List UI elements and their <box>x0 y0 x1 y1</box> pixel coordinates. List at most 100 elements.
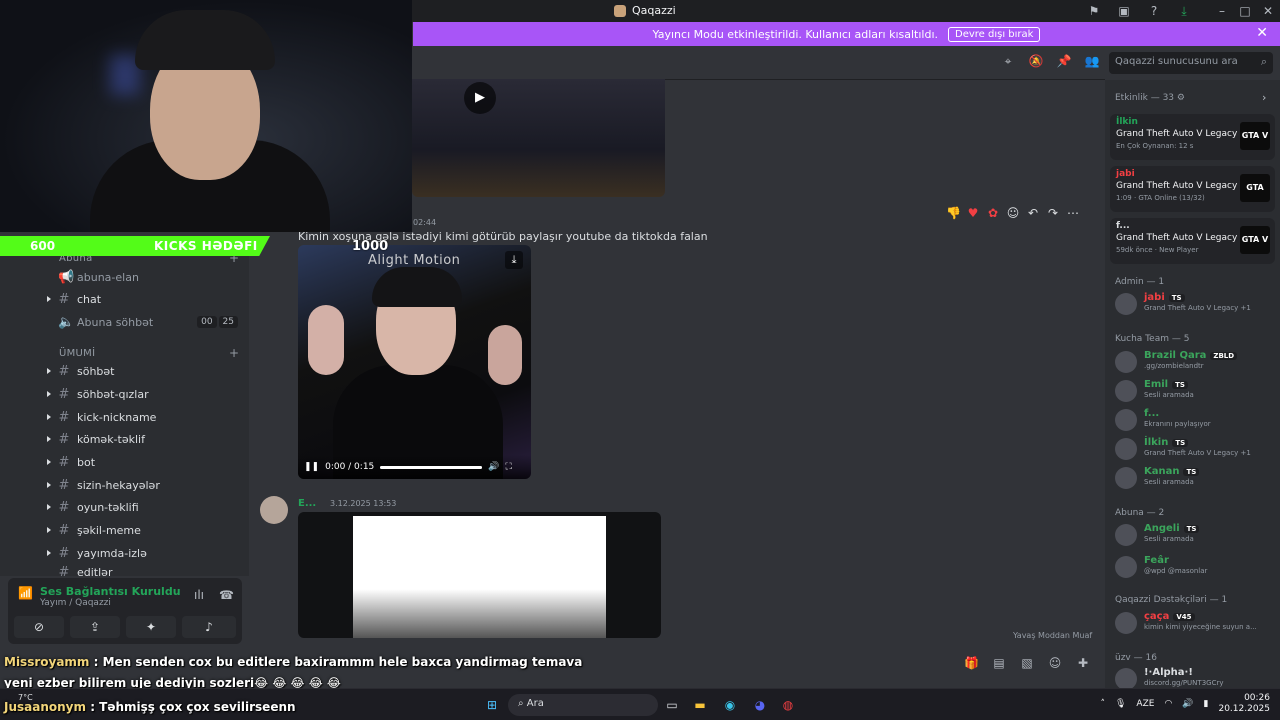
reply-icon[interactable]: ↶ <box>1026 206 1040 220</box>
message-author[interactable]: E... <box>298 498 316 509</box>
camera-off-icon[interactable]: ⊘ <box>14 616 64 638</box>
heart-emoji-icon[interactable]: ♥ <box>966 206 980 220</box>
activity-card[interactable]: İlkin Grand Theft Auto V Legacy En Çok O… <box>1110 114 1275 160</box>
emoji-reaction-icon[interactable]: ✿ <box>986 206 1000 220</box>
gif-icon[interactable]: ▤ <box>992 656 1006 670</box>
add-channel-icon[interactable]: + <box>229 346 239 360</box>
inbox-flag-icon[interactable]: ⚑ <box>1086 3 1102 19</box>
channel-sizin-hekayeler[interactable]: # sizin-hekayələr <box>58 475 238 495</box>
close-banner-icon[interactable]: ✕ <box>1256 25 1268 41</box>
voice-channel-name[interactable]: Yayım / Qaqazzi <box>40 598 111 608</box>
language-indicator[interactable]: AZE <box>1136 699 1154 709</box>
slowmode-exempt-label: Yavaş Moddan Muaf <box>1013 631 1093 640</box>
discord-icon[interactable]: ◕ <box>750 695 770 715</box>
member-item[interactable]: çaça V45 kimin kimi yiyeceğine suyun a... <box>1113 610 1273 636</box>
channel-sohbet[interactable]: # söhbət <box>58 361 238 381</box>
maximize-icon[interactable]: □ <box>1237 3 1253 19</box>
forward-icon[interactable]: ↷ <box>1046 206 1060 220</box>
channel-chat[interactable]: # chat <box>58 289 238 309</box>
kicks-label: KICKS HƏDƏFI <box>154 239 258 253</box>
clock[interactable]: 00:26 20.12.2025 <box>1218 693 1270 715</box>
chevron-up-icon[interactable]: ˄ <box>1100 699 1105 709</box>
channel-sohbet-qizlar[interactable]: # söhbət-qızlar <box>58 384 238 404</box>
member-item[interactable]: jabi TS Grand Theft Auto V Legacy +1 <box>1113 291 1273 317</box>
member-item[interactable]: Angeli TS Sesli aramada <box>1113 522 1273 548</box>
close-window-icon[interactable]: ✕ <box>1260 3 1276 19</box>
volume-icon[interactable]: 🔊 <box>488 462 499 472</box>
channel-sekil-meme[interactable]: # şəkil-meme <box>58 520 238 540</box>
download-icon[interactable]: ⤓ <box>505 251 523 269</box>
channel-abuna-sohbet[interactable]: 🔈 Abuna söhbət 00 25 <box>58 312 238 332</box>
task-view-icon[interactable]: ▭ <box>662 695 682 715</box>
video-progress-bar[interactable] <box>380 465 483 469</box>
member-item[interactable]: Emil TS Sesli aramada <box>1113 378 1273 404</box>
disable-streamer-mode-button[interactable]: Devre dışı bırak <box>948 26 1041 42</box>
add-reaction-icon[interactable]: ☺ <box>1006 206 1020 220</box>
channel-kick-nickname[interactable]: # kick-nickname <box>58 407 238 427</box>
play-icon[interactable]: ▶ <box>464 82 496 114</box>
download-icon[interactable]: ⤓ <box>1176 3 1192 19</box>
channel-yayimda-izle[interactable]: # yayımda-izlə <box>58 543 238 563</box>
minimize-icon[interactable]: – <box>1214 3 1230 19</box>
pin-icon[interactable]: 📌 <box>1056 54 1072 69</box>
channel-komek-teklif[interactable]: # kömək-təklif <box>58 429 238 449</box>
banner-message: Yayıncı Modu etkinleştirildi. Kullanıcı … <box>652 27 938 41</box>
activity-header[interactable]: Etkinlik — 33 ⚙ <box>1115 93 1185 103</box>
hash-icon: # <box>58 431 70 447</box>
hash-icon: # <box>58 565 70 579</box>
channel-editler[interactable]: # editlər <box>58 565 238 579</box>
apps-icon[interactable]: ✚ <box>1076 656 1090 670</box>
fullscreen-icon[interactable]: ⛶ <box>506 462 512 472</box>
activity-card[interactable]: f... Grand Theft Auto V Legacy 59dk önce… <box>1110 218 1275 264</box>
edge-icon[interactable]: ◉ <box>720 695 740 715</box>
threads-icon[interactable]: ⌖ <box>1000 54 1016 69</box>
noise-suppression-icon[interactable]: ılı <box>194 588 204 602</box>
voice-status[interactable]: Ses Bağlantısı Kuruldu <box>40 585 181 598</box>
battery-icon[interactable]: ▮ <box>1204 699 1209 709</box>
help-icon[interactable]: ? <box>1146 3 1162 19</box>
server-search-input[interactable]: Qaqazzi sunucusunu ara ⌕ <box>1109 52 1273 74</box>
member-item[interactable]: Feâr @wpd @masonlar <box>1113 554 1273 580</box>
hash-icon: # <box>58 477 70 493</box>
member-item[interactable]: !·Alpha·! discord.gg/PUNT3GCry <box>1113 666 1273 688</box>
category-umumi[interactable]: ÜMUMİ + <box>59 346 239 360</box>
member-item[interactable]: Brazil Qara ZBLD .gg/zombielandtr <box>1113 349 1273 375</box>
member-item[interactable]: Kanan TS Sesli aramada <box>1113 465 1273 491</box>
game-icon: GTA V <box>1240 122 1270 150</box>
member-item[interactable]: f... Ekranını paylaşıyor <box>1113 407 1273 433</box>
screen-share-icon[interactable]: ⇪ <box>70 616 120 638</box>
activities-icon[interactable]: ✦ <box>126 616 176 638</box>
gear-icon[interactable]: ⚙ <box>1177 93 1185 103</box>
mic-icon[interactable]: 🎙 <box>1115 699 1126 709</box>
video-player[interactable]: Alight Motion ⤓ ❚❚ 0:00 / 0:15 🔊 ⛶ <box>298 245 531 479</box>
hash-icon: # <box>58 291 70 307</box>
volume-icon[interactable]: 🔊 <box>1182 699 1193 709</box>
notifications-muted-icon[interactable]: 🔕 <box>1028 54 1044 69</box>
file-explorer-icon[interactable]: ▬ <box>690 695 710 715</box>
channel-abuna-elan[interactable]: 📢 abuna-elan <box>58 267 238 287</box>
gift-icon[interactable]: 🎁 <box>964 656 979 670</box>
avatar <box>1115 380 1137 402</box>
taskbar-search[interactable]: ⌕ Ara <box>508 694 658 716</box>
activity-card[interactable]: jabi Grand Theft Auto V Legacy 1:09 · GT… <box>1110 166 1275 212</box>
more-icon[interactable]: ⋯ <box>1066 206 1080 220</box>
wifi-icon[interactable]: ◠ <box>1164 699 1172 709</box>
pause-icon[interactable]: ❚❚ <box>304 462 319 472</box>
avatar[interactable] <box>260 496 288 524</box>
start-icon[interactable]: ⊞ <box>482 695 502 715</box>
thumbs-emoji-icon[interactable]: 👎 <box>946 206 961 220</box>
message-timestamp: 3.12.2025 13:53 <box>330 499 397 508</box>
emoji-icon[interactable]: ☺ <box>1048 656 1062 670</box>
image-attachment[interactable] <box>298 512 661 638</box>
chevron-right-icon[interactable]: › <box>1262 91 1266 104</box>
channel-oyun-teklifi[interactable]: # oyun-təklifi <box>58 497 238 517</box>
disconnect-icon[interactable]: ☎ <box>219 588 234 602</box>
soundboard-icon[interactable]: ♪ <box>182 616 236 638</box>
channel-bot[interactable]: # bot <box>58 452 238 472</box>
sticker-icon[interactable]: ▧ <box>1020 656 1034 670</box>
members-icon[interactable]: 👥 <box>1084 54 1100 69</box>
chrome-icon[interactable]: ◍ <box>778 695 798 715</box>
screen-icon[interactable]: ▣ <box>1116 3 1132 19</box>
member-item[interactable]: İlkin TS Grand Theft Auto V Legacy +1 <box>1113 436 1273 462</box>
previous-video-embed[interactable]: ▶ <box>412 79 665 197</box>
